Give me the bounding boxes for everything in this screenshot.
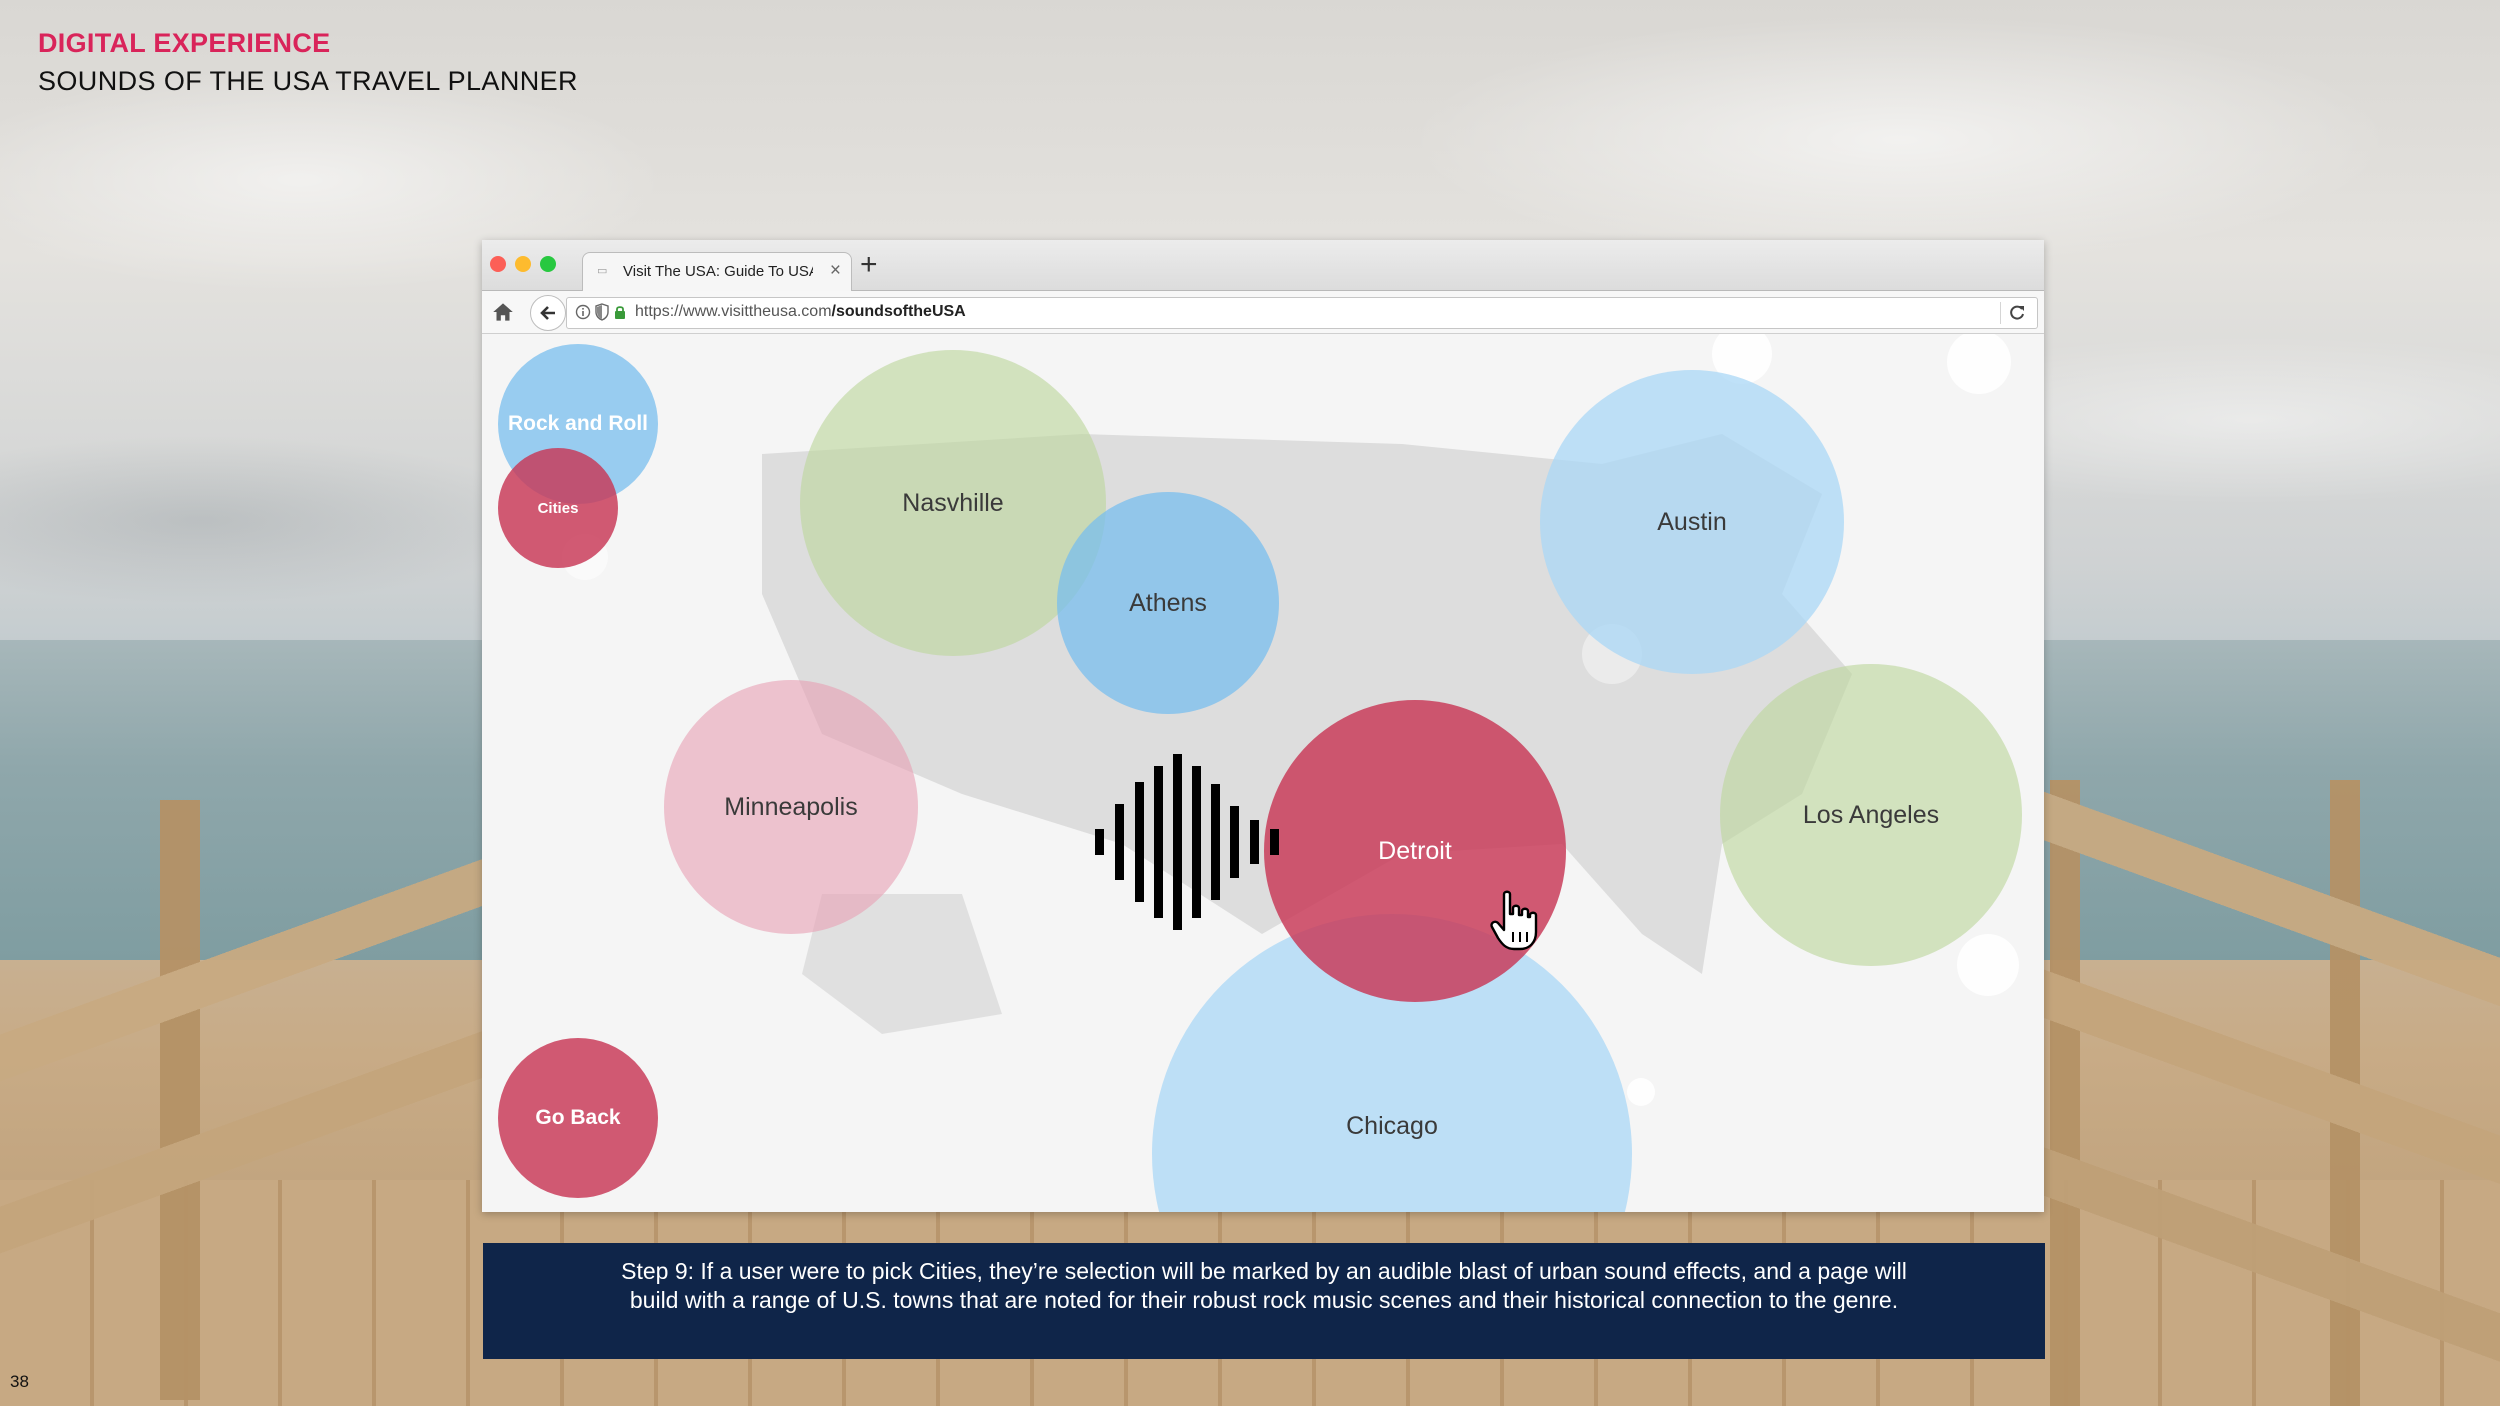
city-bubble-los-angeles[interactable]: Los Angeles: [1720, 664, 2022, 966]
city-bubble-minneapolis[interactable]: Minneapolis: [664, 680, 918, 934]
page-number: 38: [10, 1372, 29, 1391]
browser-navbar: https://www.visittheusa.com/soundsoftheU…: [482, 291, 2044, 334]
tab-title: Visit The USA: Guide To USA H: [623, 263, 813, 280]
home-icon[interactable]: [490, 299, 516, 325]
city-bubble-athens[interactable]: Athens: [1057, 492, 1279, 714]
browser-window: ▭ Visit The USA: Guide To USA H × + http…: [482, 240, 2044, 1212]
url-text: https://www.visittheusa.com/soundsoftheU…: [635, 303, 966, 321]
back-button[interactable]: [530, 295, 566, 331]
go-back-button[interactable]: Go Back: [498, 1038, 658, 1198]
shield-icon[interactable]: [595, 303, 609, 321]
hand-pointer-icon: [1490, 890, 1538, 951]
bokeh-dot: [1957, 934, 2019, 996]
url-host: https://www.visittheusa.com: [635, 303, 832, 320]
slide-kicker: DIGITAL EXPERIENCE: [38, 28, 331, 58]
page-viewport: Austin Los Angeles Nasvhille Athens Minn…: [482, 334, 2044, 1212]
city-label: Chicago: [1346, 1112, 1438, 1140]
city-bubble-austin[interactable]: Austin: [1540, 370, 1844, 674]
close-window-button[interactable]: [490, 256, 506, 272]
background-rail-left: [0, 800, 500, 1400]
city-label: Athens: [1129, 588, 1207, 617]
city-label: Nasvhille: [902, 488, 1004, 517]
category-label: Cities: [537, 499, 579, 517]
city-label: Austin: [1657, 507, 1727, 536]
city-label: Detroit: [1378, 836, 1452, 865]
bokeh-dot: [1627, 1078, 1655, 1106]
browser-titlebar: ▭ Visit The USA: Guide To USA H × +: [482, 240, 2044, 291]
minimize-window-button[interactable]: [515, 256, 531, 272]
step-caption: Step 9: If a user were to pick Cities, t…: [483, 1243, 2045, 1359]
background-rail-right: [2000, 780, 2500, 1406]
bokeh-dot: [1947, 334, 2011, 394]
favicon-icon: ▭: [597, 265, 608, 277]
soundwave-icon: [1095, 754, 1279, 930]
slide-title: SOUNDS OF THE USA TRAVEL PLANNER: [38, 66, 578, 96]
genre-label: Rock and Roll: [507, 412, 649, 435]
arrow-left-icon: [540, 306, 555, 320]
maximize-window-button[interactable]: [540, 256, 556, 272]
city-bubble-detroit[interactable]: Detroit: [1264, 700, 1566, 1002]
category-button-cities[interactable]: Cities: [498, 448, 618, 568]
caption-text: Step 9: If a user were to pick Cities, t…: [621, 1258, 1907, 1313]
address-bar[interactable]: https://www.visittheusa.com/soundsoftheU…: [566, 297, 2038, 329]
city-label: Minneapolis: [724, 792, 858, 821]
url-divider: [2000, 302, 2001, 324]
go-back-label: Go Back: [535, 1106, 621, 1129]
lock-icon: [615, 306, 625, 319]
info-icon[interactable]: [575, 304, 591, 320]
tab-close-icon[interactable]: ×: [830, 260, 841, 282]
url-path: /soundsoftheUSA: [831, 303, 966, 320]
new-tab-button[interactable]: +: [860, 250, 878, 280]
city-label: Los Angeles: [1802, 800, 1940, 829]
reload-icon[interactable]: [2007, 303, 2027, 323]
browser-tab[interactable]: ▭ Visit The USA: Guide To USA H ×: [582, 252, 852, 291]
